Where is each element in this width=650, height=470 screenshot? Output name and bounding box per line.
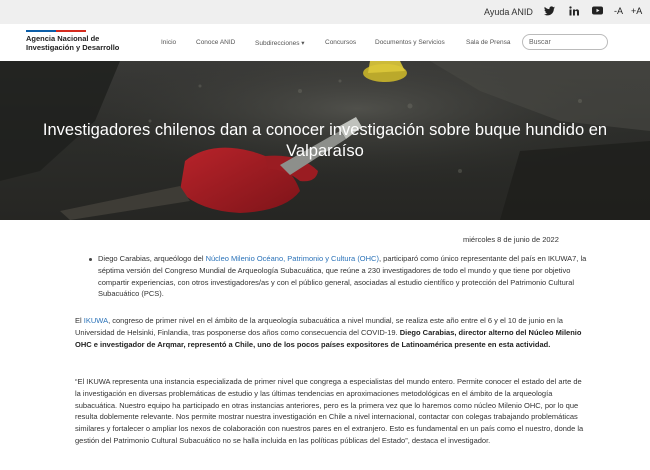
article-paragraph-2: “El IKUWA representa una instancia espec… [75, 376, 585, 447]
paragraph-2-post: , destaca el investigador. [407, 435, 491, 445]
brand-line-2: Investigación y Desarrollo [26, 43, 120, 52]
summary-text-pre: Diego Carabias, arqueólogo del [98, 254, 206, 263]
nav-item-inicio[interactable]: Inicio [161, 39, 176, 46]
brand-color-bar [26, 30, 86, 32]
nav-item-subdirecciones[interactable]: Subdirecciones ▾ [255, 39, 305, 47]
font-increase-button[interactable]: +A [631, 6, 642, 16]
twitter-icon[interactable] [544, 6, 555, 16]
bullet-icon [89, 258, 92, 261]
article-title-line-1: Investigadores chilenos dan a conocer in… [42, 121, 608, 139]
ikuwa-link[interactable]: IKUWA [84, 316, 108, 325]
chevron-down-icon: ▾ [301, 40, 305, 47]
brand-logo[interactable]: Agencia Nacional de Investigación y Desa… [26, 34, 119, 52]
paragraph-1-pre: El [75, 316, 84, 325]
brand-line-1: Agencia Nacional de [26, 34, 100, 43]
nav-item-label: Subdirecciones [255, 40, 300, 47]
linkedin-icon[interactable] [569, 6, 579, 16]
nav-item-sala-de-prensa[interactable]: Sala de Prensa [466, 39, 510, 46]
font-decrease-button[interactable]: -A [614, 6, 623, 16]
nav-item-documentos[interactable]: Documentos y Servicios [375, 39, 445, 46]
article-title: Investigadores chilenos dan a conocer in… [0, 120, 650, 162]
article-date: miércoles 8 de junio de 2022 [463, 235, 559, 244]
search-input[interactable] [529, 37, 603, 48]
hero-banner: Investigadores chilenos dan a conocer in… [0, 61, 650, 220]
search-box[interactable] [522, 34, 608, 50]
help-link[interactable]: Ayuda ANID [484, 7, 533, 17]
nav-item-conoce-anid[interactable]: Conoce ANID [196, 39, 235, 46]
nucleo-milenio-link[interactable]: Núcleo Milenio Océano, Patrimonio y Cult… [206, 254, 379, 263]
article-summary-bullet: Diego Carabias, arqueólogo del Núcleo Mi… [98, 253, 588, 300]
paragraph-2-quote: “El IKUWA representa una instancia espec… [75, 377, 584, 445]
youtube-icon[interactable] [592, 6, 603, 15]
top-utility-bar: Ayuda ANID -A +A [0, 0, 650, 24]
nav-item-concursos[interactable]: Concursos [325, 39, 356, 46]
article-paragraph-1: El IKUWA, congreso de primer nivel en el… [75, 315, 585, 350]
article-title-line-2: Valparaíso [286, 142, 364, 160]
